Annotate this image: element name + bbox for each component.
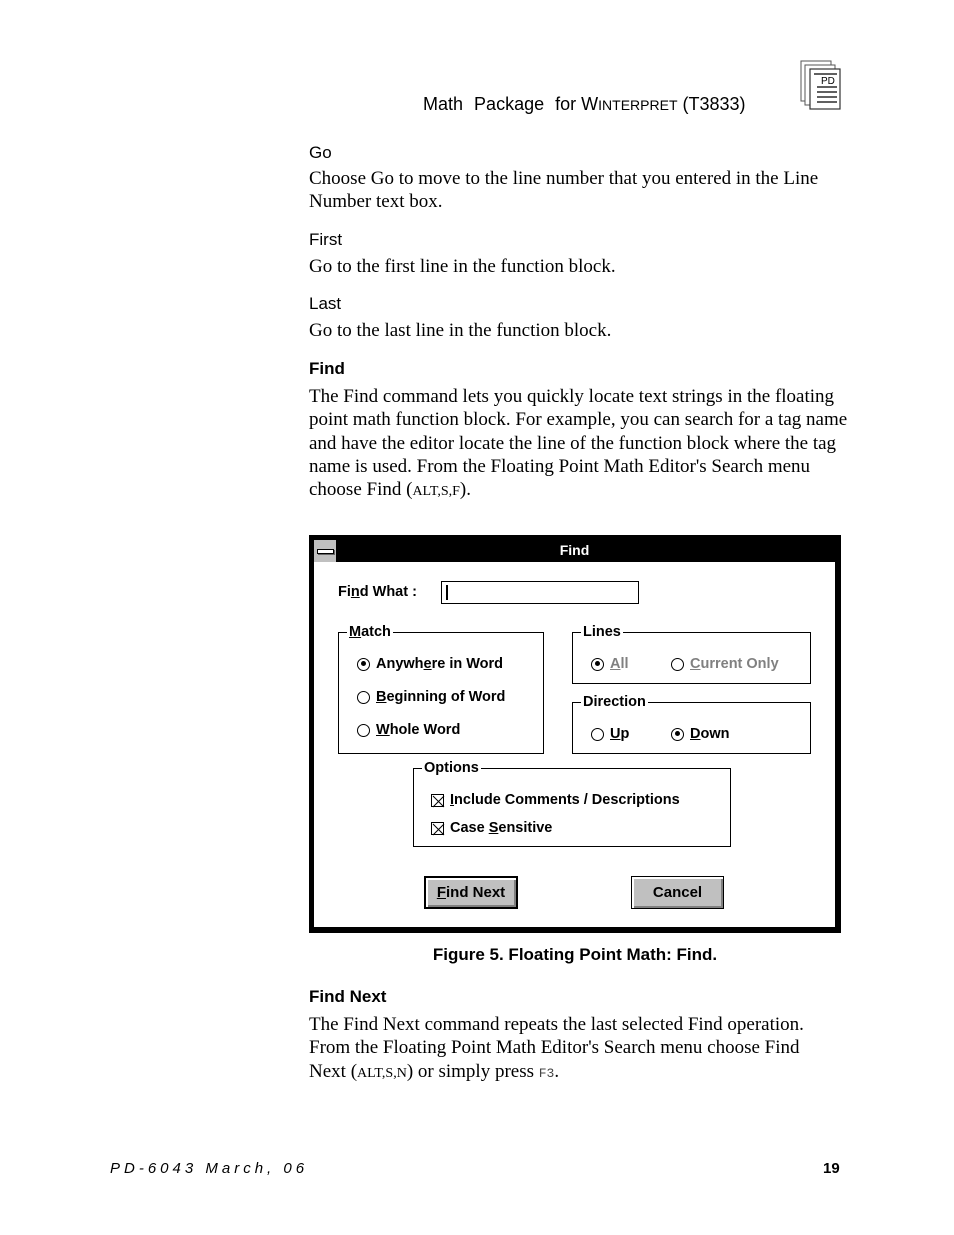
options-group: Options Include Comments / Descriptions … <box>413 759 731 847</box>
section-heading-first: First <box>309 230 343 249</box>
direction-down-radio[interactable]: Down <box>671 726 729 742</box>
match-beginning-radio[interactable]: Beginning of Word <box>357 689 505 705</box>
find-dialog: Find Find What : Match Anywh e re in Word … <box>309 535 841 933</box>
key-f3: F3 <box>538 1065 555 1081</box>
dialog-title: Find <box>559 542 590 558</box>
direction-group-title: Direction <box>581 693 648 711</box>
radio-unselected-icon <box>357 690 370 704</box>
direction-up-radio[interactable]: Up <box>591 726 629 742</box>
section-body-find: The Find command lets you quickly locate… <box>309 386 848 501</box>
header-title-for: for <box>555 94 577 114</box>
match-whole-word-radio[interactable]: Whole Word <box>357 722 460 738</box>
header-title-package: Package <box>474 94 545 114</box>
header-title-math: Math <box>423 94 464 114</box>
find-next-button[interactable]: Find Next <box>424 876 518 909</box>
direction-group: Direction Up Down <box>572 693 811 754</box>
checkbox-checked-icon <box>431 793 445 807</box>
lines-current-only-radio[interactable]: Current Only <box>671 656 779 672</box>
find-what-label: Find What : <box>338 584 417 600</box>
radio-unselected-icon <box>357 723 370 737</box>
figure-caption: Figure 5. Floating Point Math: Find. <box>432 945 718 964</box>
section-heading-find: Find <box>309 359 345 378</box>
radio-selected-icon <box>357 657 370 671</box>
radio-unselected-icon <box>671 657 684 671</box>
match-anywhere-radio[interactable]: Anywh e re in Word <box>357 656 503 672</box>
logo-text: PD <box>821 76 835 87</box>
match-group-title: Match <box>347 623 393 641</box>
header-product-name: Winterpret <box>581 94 678 114</box>
options-group-title: Options <box>422 759 481 777</box>
shortcut-alt-s-n: ALT,S,N <box>357 1065 407 1081</box>
shortcut-alt-s-f: ALT,S,F <box>412 484 460 500</box>
footer-doc-id: PD-6043 March, 06 <box>110 1160 309 1177</box>
checkbox-checked-icon <box>431 821 445 835</box>
section-heading-last: Last <box>309 294 342 313</box>
lines-group-title: Lines <box>581 623 623 641</box>
text-caret <box>446 585 448 600</box>
radio-selected-icon <box>671 727 684 741</box>
section-body-first: Go to the first line in the function blo… <box>309 256 616 277</box>
section-heading-find-next: Find Next <box>309 987 387 1006</box>
footer-page-number: 19 <box>823 1160 840 1177</box>
cancel-button[interactable]: Cancel <box>631 876 724 909</box>
lines-group: Lines All Current Only <box>572 623 811 684</box>
running-header: Math Package for Winterpret (T3833) <box>423 94 746 115</box>
header-product-code: (T3833) <box>682 94 746 114</box>
section-body-last: Go to the last line in the function bloc… <box>309 320 612 341</box>
find-what-input[interactable] <box>441 581 639 604</box>
radio-selected-icon <box>591 657 604 671</box>
section-heading-go: Go <box>309 143 332 162</box>
match-group: Match Anywh e re in Word Beginning of Word… <box>338 623 544 754</box>
section-body-go: Choose Go to move to the line number tha… <box>309 168 819 213</box>
dialog-titlebar[interactable]: Find <box>314 540 835 562</box>
pd-document-logo-icon: PD <box>800 60 842 112</box>
include-comments-checkbox[interactable]: Include Comments / Descriptions <box>431 792 680 808</box>
case-sensitive-checkbox[interactable]: Case Sensitive <box>431 820 552 836</box>
lines-all-radio[interactable]: All <box>591 656 629 672</box>
radio-unselected-icon <box>591 727 604 741</box>
section-body-find-next: The Find Next command repeats the last s… <box>309 1014 804 1082</box>
